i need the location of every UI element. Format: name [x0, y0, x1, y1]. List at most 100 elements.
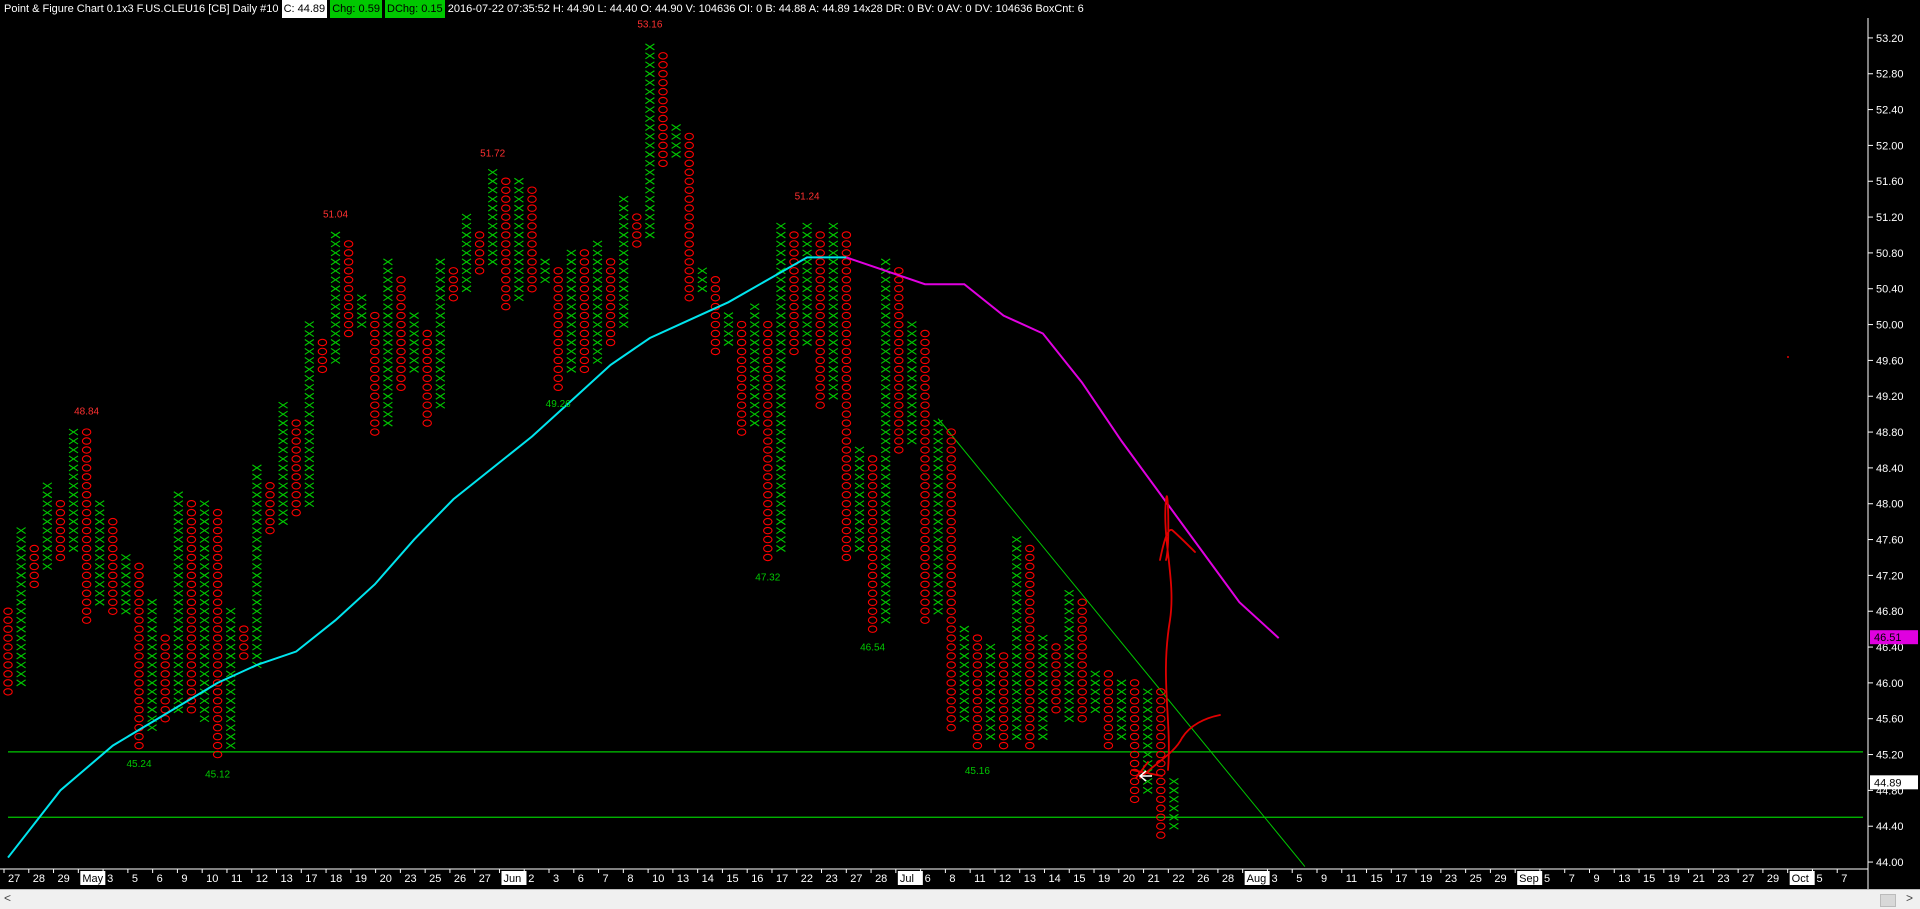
- x-column: [278, 401, 288, 526]
- o-box: [55, 535, 66, 544]
- x-box: [252, 482, 262, 490]
- o-box: [343, 249, 354, 257]
- o-box: [527, 195, 537, 203]
- o-column: [658, 52, 668, 168]
- o-box: [789, 329, 799, 338]
- o-box: [763, 320, 773, 329]
- x-column: [749, 303, 760, 427]
- x-box: [514, 195, 524, 203]
- o-box: [579, 284, 590, 293]
- o-box: [474, 267, 485, 275]
- x-box: [16, 562, 26, 570]
- x-box: [225, 697, 236, 705]
- o-box: [946, 508, 956, 517]
- o-box: [763, 374, 773, 383]
- x-box: [304, 330, 315, 337]
- x-box: [880, 383, 891, 391]
- x-box: [618, 231, 629, 239]
- scroll-right-icon[interactable]: >: [1906, 891, 1913, 905]
- o-box: [920, 329, 930, 338]
- x-box: [304, 365, 315, 373]
- o-box: [370, 392, 380, 400]
- o-box: [212, 643, 223, 651]
- o-box: [763, 499, 773, 508]
- o-box: [684, 293, 694, 302]
- o-column: [553, 267, 563, 392]
- o-box: [867, 580, 878, 589]
- x-box: [592, 258, 603, 266]
- x-box: [1011, 536, 1022, 544]
- x-box: [828, 321, 839, 329]
- o-box: [920, 535, 930, 544]
- x-box: [566, 347, 577, 355]
- o-box: [920, 419, 930, 427]
- x-box: [592, 339, 603, 346]
- x-box: [278, 419, 288, 427]
- x-box: [566, 276, 577, 284]
- x-box: [42, 482, 53, 490]
- date-tick-label: 26: [1197, 873, 1209, 885]
- x-box: [225, 688, 236, 696]
- o-box: [160, 679, 170, 687]
- x-box: [802, 294, 812, 302]
- o-box: [920, 598, 930, 607]
- x-box: [880, 571, 891, 579]
- o-box: [81, 428, 92, 436]
- x-box: [199, 706, 210, 714]
- x-box: [645, 79, 655, 87]
- o-box: [317, 356, 328, 365]
- x-box: [383, 312, 393, 320]
- o-box: [212, 706, 223, 714]
- x-box: [907, 365, 917, 373]
- x-box: [383, 267, 393, 275]
- o-box: [867, 625, 878, 633]
- x-column: [147, 598, 157, 732]
- scroll-thumb[interactable]: [1880, 894, 1896, 907]
- x-box: [880, 285, 891, 293]
- x-box: [199, 554, 210, 561]
- x-box: [1011, 607, 1022, 615]
- x-box: [749, 392, 760, 400]
- chart-title: Point & Figure Chart 0.1x3 F.US.CLEU16 […: [4, 3, 279, 15]
- x-box: [1038, 652, 1048, 660]
- o-box: [81, 598, 92, 607]
- o-box: [212, 598, 223, 607]
- x-box: [42, 527, 53, 535]
- x-box: [828, 365, 839, 373]
- x-box: [147, 616, 157, 624]
- scroll-left-icon[interactable]: <: [4, 891, 11, 905]
- x-box: [645, 97, 655, 105]
- o-box: [134, 625, 144, 633]
- x-box: [749, 312, 760, 320]
- x-column: [1116, 679, 1127, 741]
- o-box: [605, 258, 616, 266]
- date-tick-label: 29: [58, 873, 70, 885]
- x-box: [514, 204, 524, 212]
- x-box: [1011, 661, 1022, 669]
- x-column: [1090, 670, 1101, 714]
- horizontal-scrollbar[interactable]: < >: [0, 889, 1920, 909]
- o-box: [815, 320, 825, 329]
- o-box: [1077, 688, 1087, 696]
- x-box: [173, 670, 184, 678]
- o-box: [736, 365, 747, 374]
- x-box: [278, 437, 288, 445]
- x-box: [252, 571, 262, 579]
- o-box: [186, 508, 197, 517]
- x-box: [199, 562, 210, 570]
- o-box: [920, 499, 930, 508]
- o-box: [422, 338, 432, 347]
- x-box: [645, 70, 655, 78]
- o-box: [894, 383, 904, 392]
- o-box: [920, 410, 930, 418]
- o-box: [998, 732, 1009, 741]
- date-tick-label: 21: [1148, 873, 1160, 885]
- date-tick-label: 25: [429, 873, 441, 885]
- o-box: [684, 231, 694, 239]
- x-box: [435, 347, 446, 355]
- x-box: [1038, 697, 1048, 705]
- x-box: [828, 303, 839, 311]
- x-box: [16, 554, 26, 561]
- x-box: [880, 589, 891, 597]
- x-box: [618, 213, 629, 221]
